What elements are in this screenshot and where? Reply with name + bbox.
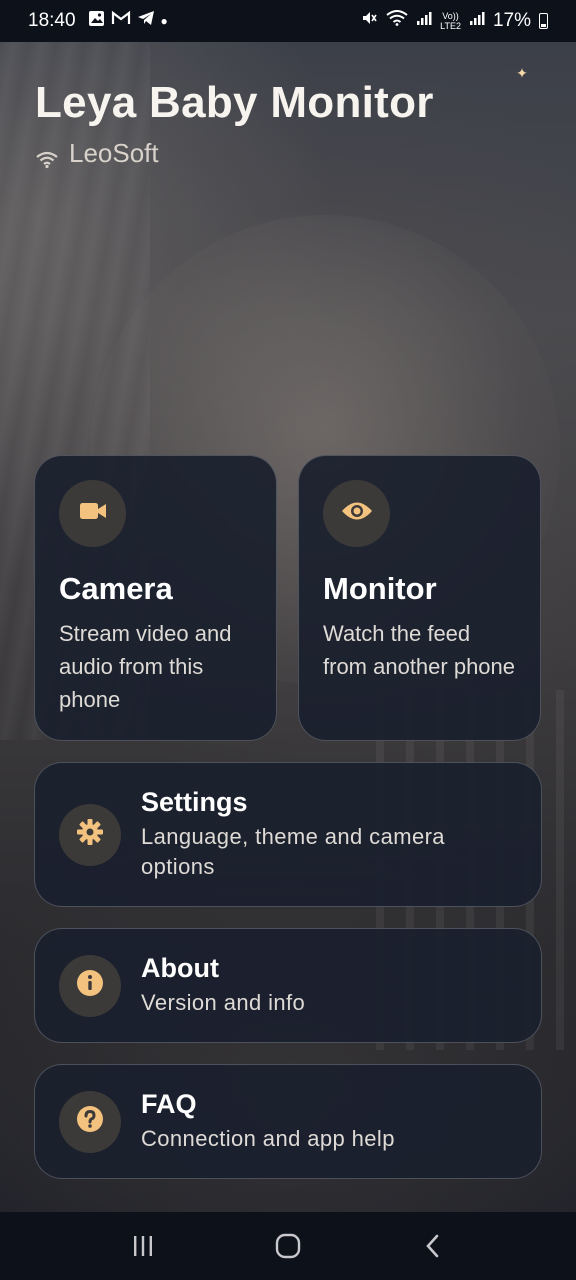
gmail-icon [111, 10, 131, 32]
video-camera-icon [79, 501, 107, 526]
notification-dot-icon: ● [160, 14, 168, 28]
wifi-icon [35, 145, 59, 168]
signal-2-icon [469, 10, 485, 32]
camera-title: Camera [59, 571, 173, 606]
faq-icon-circle [59, 1090, 121, 1153]
faq-title: FAQ [141, 1089, 197, 1119]
star-icon: ✦ [516, 65, 528, 81]
status-bar: 18:40 ● Vo)) LTE2 17% [0, 0, 576, 42]
signal-1-icon [416, 10, 432, 32]
settings-texts: Settings Language, theme and camera opti… [141, 787, 517, 882]
camera-icon-circle [59, 480, 126, 547]
about-card[interactable]: About Version and info [34, 928, 542, 1043]
back-icon[interactable] [413, 1226, 453, 1266]
recent-apps-icon[interactable] [123, 1226, 163, 1266]
volte-icon: Vo)) LTE2 [440, 11, 461, 31]
about-texts: About Version and info [141, 953, 305, 1018]
mute-icon [360, 9, 378, 33]
settings-title: Settings [141, 787, 248, 817]
page-title: Leya Baby Monitor [35, 78, 434, 127]
faq-texts: FAQ Connection and app help [141, 1089, 395, 1154]
gear-icon [76, 818, 104, 851]
vendor-row: LeoSoft [35, 138, 434, 169]
about-icon-circle [59, 954, 121, 1017]
camera-card[interactable]: Camera Stream video and audio from this … [34, 455, 277, 741]
camera-desc: Stream video and audio from this phone [59, 621, 232, 712]
monitor-card[interactable]: Monitor Watch the feed from another phon… [298, 455, 541, 741]
monitor-desc: Watch the feed from another phone [323, 621, 516, 679]
battery-icon [539, 13, 548, 29]
about-title: About [141, 953, 219, 983]
status-time: 18:40 [28, 10, 76, 31]
vendor-name: LeoSoft [69, 138, 159, 168]
faq-desc: Connection and app help [141, 1126, 395, 1151]
status-indicators: Vo)) LTE2 17% [360, 9, 548, 33]
battery-percent: 17% [492, 10, 531, 31]
wifi-status-icon [386, 10, 408, 32]
app-header: Leya Baby Monitor LeoSoft [35, 78, 434, 169]
info-icon [76, 969, 104, 1002]
monitor-icon-circle [323, 480, 390, 547]
monitor-title: Monitor [323, 571, 437, 606]
notification-icons: ● [88, 10, 168, 33]
navigation-bar [0, 1212, 576, 1280]
faq-card[interactable]: FAQ Connection and app help [34, 1064, 542, 1179]
help-icon [76, 1105, 104, 1138]
home-icon[interactable] [268, 1226, 308, 1266]
settings-card[interactable]: Settings Language, theme and camera opti… [34, 762, 542, 907]
settings-desc: Language, theme and camera options [141, 824, 445, 879]
image-icon [88, 10, 105, 33]
eye-icon [341, 500, 373, 527]
settings-icon-circle [59, 803, 121, 866]
about-desc: Version and info [141, 990, 306, 1015]
telegram-icon [137, 10, 155, 32]
